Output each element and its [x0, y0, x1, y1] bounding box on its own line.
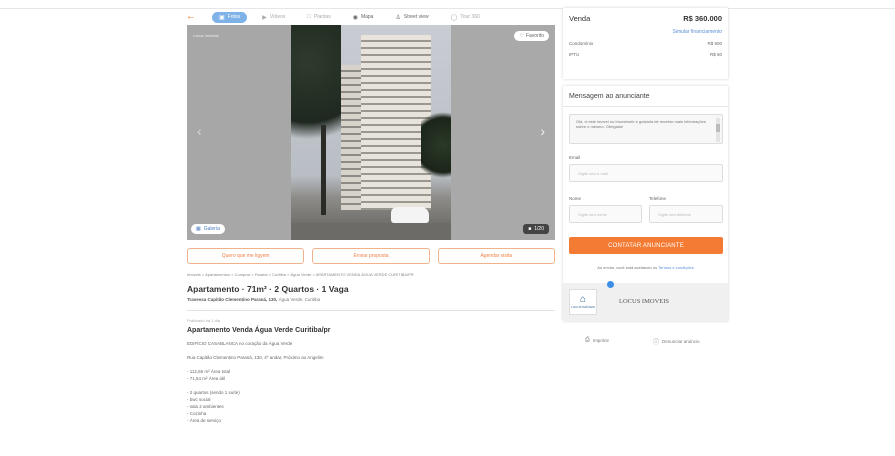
print-link[interactable]: ⎙ Imprimir: [585, 337, 609, 344]
grid-icon: ▦: [196, 226, 201, 232]
address-street: Travessa Capitão Clementino Paraná, 130,: [187, 297, 278, 302]
video-icon: ▶: [262, 14, 267, 21]
warning-icon: ⓘ: [653, 340, 660, 346]
agency-logo-text: LOCUS IMÓVEIS: [571, 305, 595, 309]
contact-form: Mensagem ao anunciante Olá, vi este imóv…: [563, 86, 728, 321]
gallery-side-left: [187, 25, 291, 240]
contact-advertiser-button[interactable]: CONTATAR ANUNCIANTE: [569, 237, 723, 254]
listing-address: Travessa Capitão Clementino Paraná, 130,…: [187, 297, 320, 302]
price-row: Venda R$ 360.000: [569, 14, 722, 23]
verified-icon: [607, 281, 614, 288]
schedule-visit-button[interactable]: Agendar visita: [437, 248, 555, 264]
description-line: - 112,65 m² Área total: [187, 369, 231, 374]
description-line: [187, 382, 323, 389]
terms-link[interactable]: Termos e condições: [658, 265, 694, 270]
floorplan-icon: □: [307, 14, 312, 20]
prev-photo-icon[interactable]: ‹: [197, 123, 202, 139]
divider: [187, 310, 555, 311]
operation-label: Venda: [569, 14, 591, 23]
tab-floorplans[interactable]: □ Plantas: [300, 12, 337, 22]
gallery-tabs: ← ▣ Fotos ▶ Vídeos □ Plantas ◉ Mapa ♙ Street …: [186, 10, 556, 24]
phone-label: Telefone: [649, 196, 667, 201]
listing-title: Apartamento · 71m² · 2 Quartos · 1 Vaga: [187, 284, 349, 294]
back-arrow-icon[interactable]: ←: [186, 12, 196, 22]
tab-videos[interactable]: ▶ Vídeos: [255, 12, 292, 23]
send-proposal-button[interactable]: Enviar proposta: [312, 248, 430, 264]
description-line: - Área de serviço: [187, 418, 222, 423]
price-card: Venda R$ 360.000 Simular financiamento C…: [563, 8, 728, 79]
contact-title: Mensagem ao anunciante: [569, 93, 650, 100]
description-line: - 71,54 m² Área útil: [187, 376, 226, 381]
description-line: - Cozinha: [187, 411, 207, 416]
email-field[interactable]: Digite seu e-mail: [569, 164, 723, 182]
name-field[interactable]: Digite seu nome: [569, 205, 642, 223]
heart-icon: ♡: [519, 33, 524, 39]
iptu-row: IPTU R$ 60: [569, 52, 722, 57]
condo-label: Condomínio: [569, 41, 594, 46]
description-line: [187, 361, 323, 368]
simulate-financing-link[interactable]: Simular financiamento: [569, 29, 722, 35]
description-line: Rua Capitão Clementino Paraná, 130, 4º a…: [187, 355, 324, 360]
gallery-button[interactable]: ▦ Galeria: [191, 224, 225, 234]
camera-icon: ▣: [219, 14, 225, 21]
photo-counter[interactable]: ■ 1/20: [523, 224, 549, 234]
address-area: Água Verde, Curitiba: [278, 297, 321, 302]
building-photo: [291, 25, 451, 240]
agency-watermark: Locus Imóveis: [193, 33, 219, 38]
condo-value: R$ 500: [707, 41, 722, 46]
description-line: - bwc social: [187, 397, 211, 402]
phone-field[interactable]: Digite seu telefone: [649, 205, 723, 223]
person-icon: ♙: [395, 14, 401, 21]
condo-fee-row: Condomínio R$ 500: [569, 41, 722, 46]
agency-name: LOCUS IMOVEIS: [619, 298, 670, 305]
tour-icon: ◯: [450, 14, 458, 21]
tab-tour-360[interactable]: ◯ Tour 360: [444, 12, 487, 23]
description-line: - 2 quartos (sendo 1 suíte): [187, 390, 240, 395]
printer-icon: ⎙: [585, 337, 590, 343]
description-line: [187, 347, 323, 354]
iptu-value: R$ 60: [709, 52, 722, 57]
top-divider: [0, 8, 895, 9]
textarea-scrollbar[interactable]: [716, 118, 720, 142]
map-pin-icon: ◉: [352, 14, 358, 21]
agency-panel[interactable]: ⌂ LOCUS IMÓVEIS LOCUS IMOVEIS: [563, 281, 728, 321]
request-call-button[interactable]: Quero que me ligyem: [187, 248, 305, 264]
house-icon: ⌂: [579, 294, 587, 305]
divider: [563, 106, 728, 107]
iptu-label: IPTU: [569, 52, 580, 57]
terms-prefix: Ao enviar, você está aceitando os: [597, 265, 658, 270]
agency-logo: ⌂ LOCUS IMÓVEIS: [569, 289, 597, 315]
action-buttons: Quero que me ligyem Enviar proposta Agen…: [187, 248, 555, 264]
email-label: Email: [569, 155, 581, 160]
description-line: EDIFÍCIO CASABLANCA no coração da Água V…: [187, 341, 293, 346]
breadcrumb[interactable]: Imóveis > Apartamentos > Comprar > Paran…: [187, 272, 555, 277]
photo-gallery[interactable]: Locus Imóveis ♡ Favorito ‹ › ▦ Galeria ■ 1/…: [187, 25, 555, 240]
description-title: Apartamento Venda Água Verde Curitiba/pr: [187, 327, 331, 334]
image-icon: ■: [528, 226, 532, 232]
published-info: Publicado há 1 dia: [187, 318, 220, 323]
message-textarea[interactable]: Olá, vi este imóvel no Imovelweb e gosta…: [569, 114, 723, 144]
tab-photos[interactable]: ▣ Fotos: [212, 11, 248, 23]
description-body: EDIFÍCIO CASABLANCA no coração da Água V…: [187, 340, 323, 424]
next-photo-icon[interactable]: ›: [540, 123, 545, 139]
message-text: Olá, vi este imóvel no Imovelweb e gosta…: [576, 119, 706, 129]
description-line: - sala 2 ambientes: [187, 404, 224, 409]
tab-map[interactable]: ◉ Mapa: [346, 12, 381, 23]
name-label: Nome: [569, 196, 582, 201]
terms-text: Ao enviar, você está aceitando os Termos…: [563, 265, 728, 270]
favorite-button[interactable]: ♡ Favorito: [514, 31, 549, 41]
tab-street-view[interactable]: ♙ Street view: [388, 12, 435, 23]
price-value: R$ 360.000: [683, 14, 722, 23]
report-link[interactable]: ⓘ Denunciar anúncio: [653, 337, 700, 346]
